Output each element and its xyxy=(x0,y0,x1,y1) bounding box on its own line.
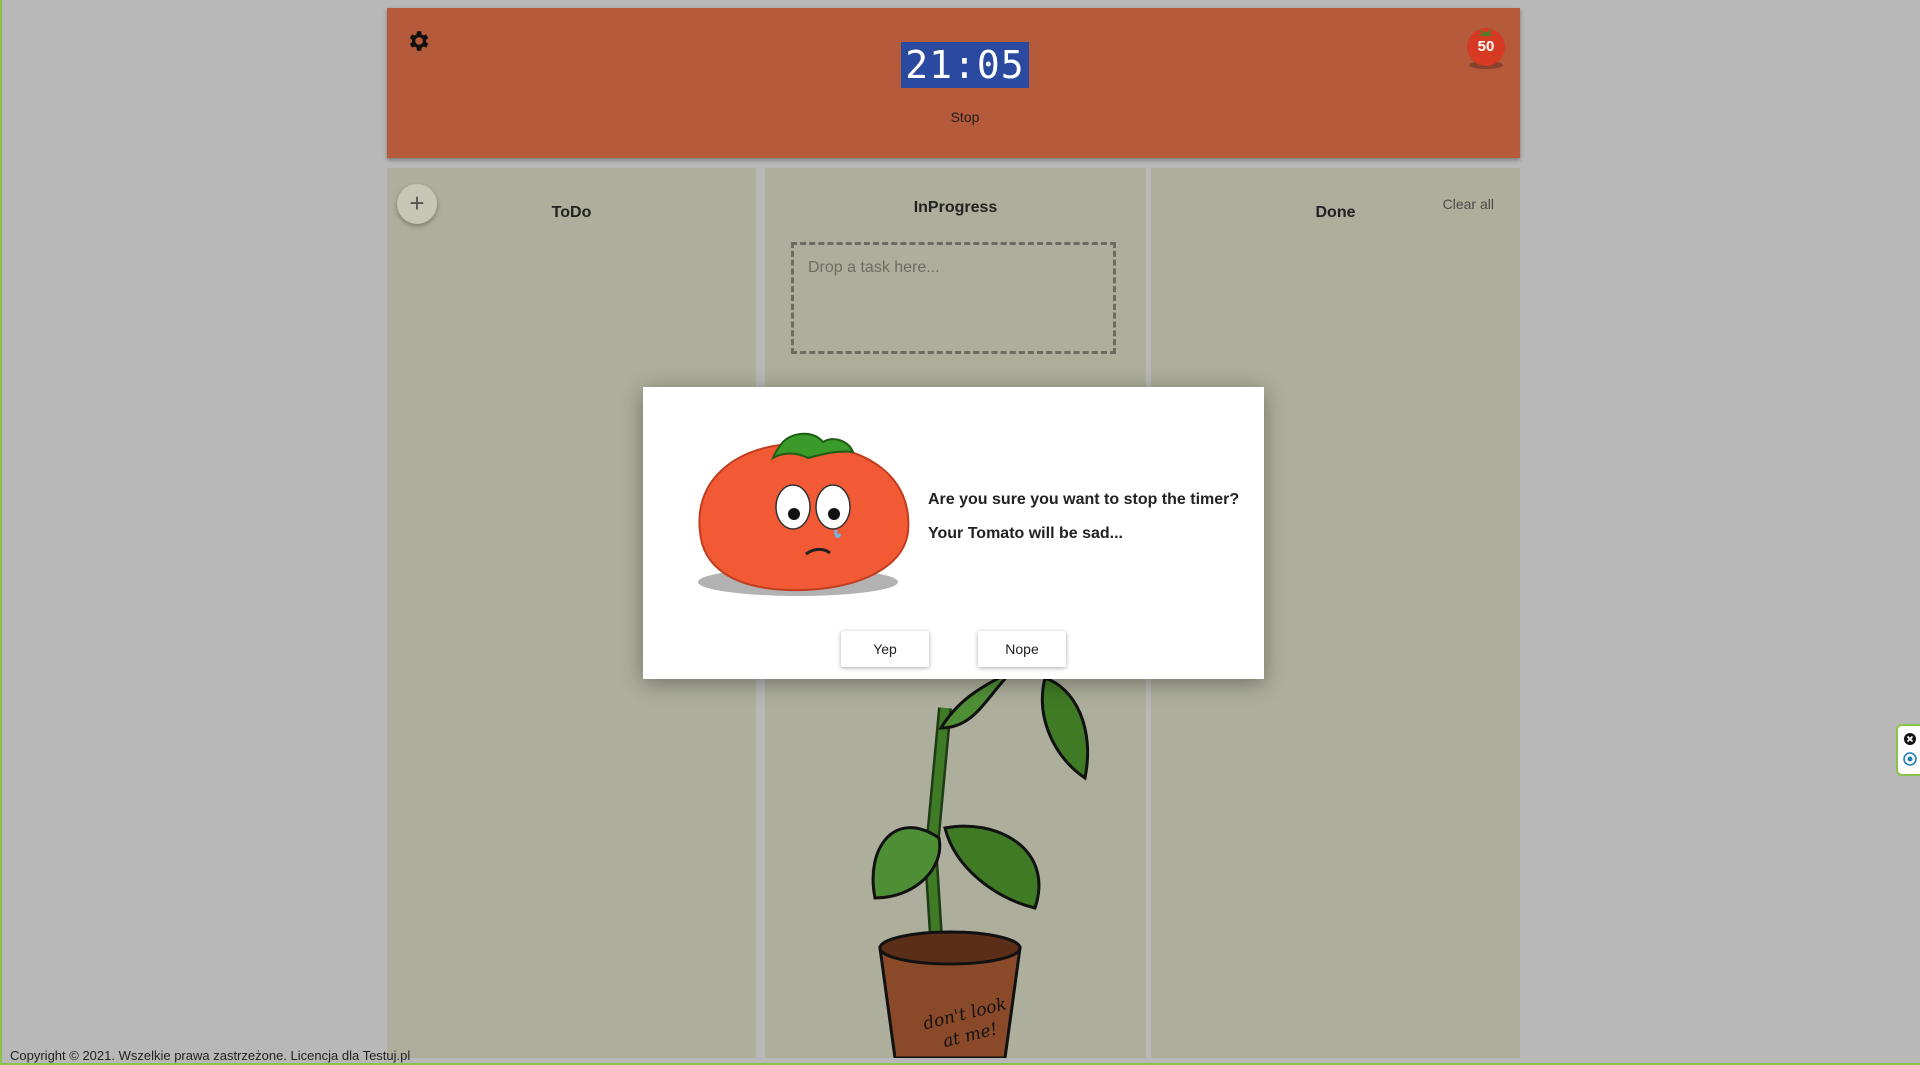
timer-header: 21:05 Stop 50 xyxy=(387,8,1520,158)
tomato-counter: 50 xyxy=(1465,25,1507,69)
task-dropzone[interactable]: Drop a task here... xyxy=(791,242,1116,354)
settings-gear-icon[interactable] xyxy=(405,28,431,54)
confirm-stop-button[interactable]: Yep xyxy=(841,631,929,667)
sad-tomato-icon xyxy=(698,432,910,596)
cancel-stop-button[interactable]: Nope xyxy=(978,631,1066,667)
stop-timer-dialog: Are you sure you want to stop the timer?… xyxy=(643,387,1264,679)
clear-all-button[interactable]: Clear all xyxy=(1443,196,1494,212)
side-widget[interactable] xyxy=(1896,724,1920,776)
dialog-line1: Are you sure you want to stop the timer? xyxy=(928,491,1240,508)
inprogress-title: InProgress xyxy=(913,199,998,216)
dropzone-placeholder: Drop a task here... xyxy=(808,259,940,276)
footer-copyright: Copyright © 2021. Wszelkie prawa zastrze… xyxy=(10,1048,411,1063)
timer-display: 21:05 xyxy=(901,42,1029,88)
todo-title: ToDo xyxy=(551,204,592,221)
tomato-count: 50 xyxy=(1477,38,1495,55)
stop-button[interactable]: Stop xyxy=(927,107,1003,127)
dialog-message: Are you sure you want to stop the timer?… xyxy=(928,483,1239,551)
dialog-line2: Your Tomato will be sad... xyxy=(928,525,1123,542)
close-circle-icon[interactable] xyxy=(1903,732,1917,746)
extension-icon[interactable] xyxy=(1903,752,1917,766)
